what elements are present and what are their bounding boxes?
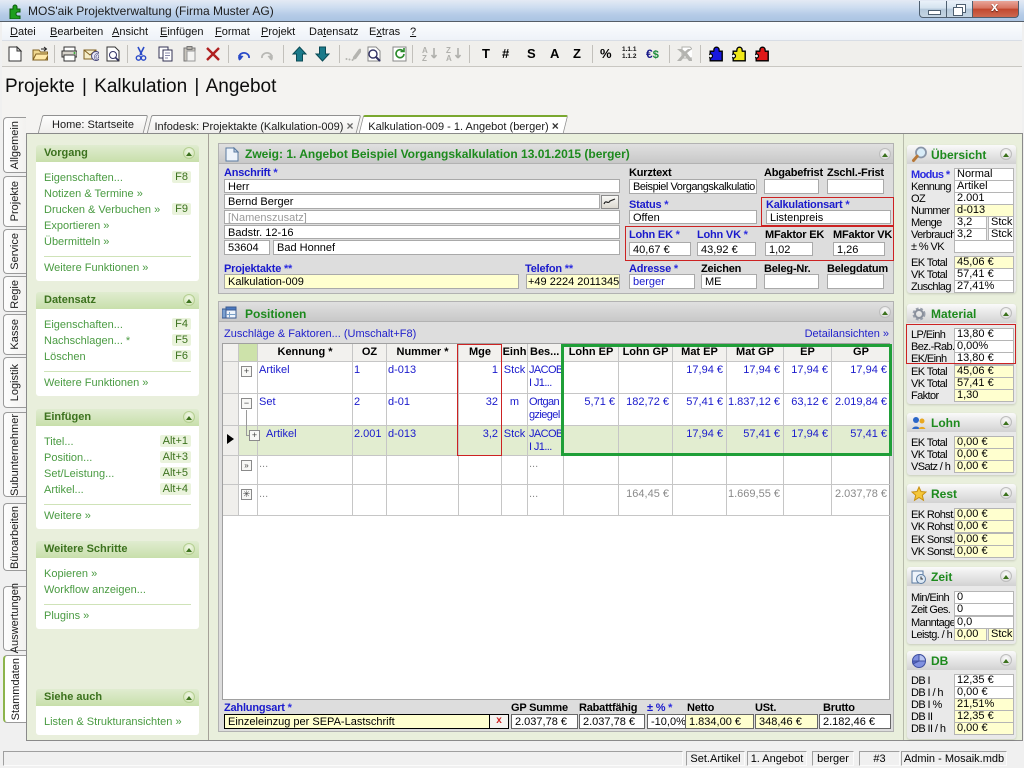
svg-text:@: @ bbox=[94, 52, 100, 61]
svg-text:Z: Z bbox=[422, 54, 427, 62]
svg-text:A: A bbox=[446, 54, 452, 62]
